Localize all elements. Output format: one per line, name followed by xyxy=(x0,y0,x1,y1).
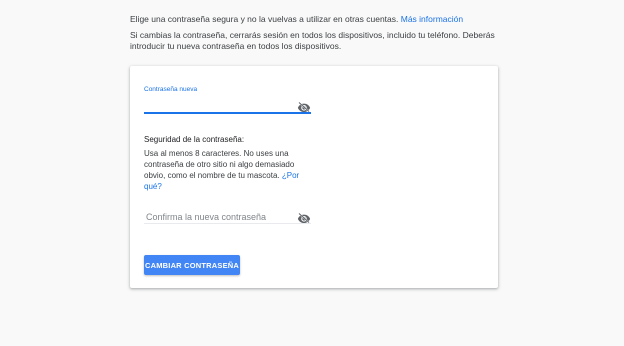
new-password-underline xyxy=(144,112,311,114)
password-strength-info: Seguridad de la contraseña: Usa al menos… xyxy=(144,134,314,192)
intro-paragraph-2: Si cambias la contraseña, cerrarás sesió… xyxy=(130,30,495,51)
change-password-card: Contraseña nueva Seguridad de la contras… xyxy=(130,66,498,288)
eye-off-icon[interactable] xyxy=(297,210,311,224)
change-password-button[interactable]: CAMBIAR CONTRASEÑA xyxy=(144,255,240,275)
more-info-link[interactable]: Más información xyxy=(401,14,463,24)
intro-text: Elige una contraseña segura y no la vuel… xyxy=(130,14,510,57)
new-password-field: Contraseña nueva xyxy=(144,86,311,114)
intro-line-1: Elige una contraseña segura y no la vuel… xyxy=(130,14,401,24)
confirm-password-underline xyxy=(144,223,311,224)
new-password-label: Contraseña nueva xyxy=(144,86,198,93)
new-password-input[interactable] xyxy=(144,94,298,114)
intro-paragraph-1: Elige una contraseña segura y no la vuel… xyxy=(130,14,510,25)
strength-text: Usa al menos 8 caracteres. No uses una c… xyxy=(144,149,295,180)
confirm-password-field xyxy=(144,206,311,225)
strength-description: Usa al menos 8 caracteres. No uses una c… xyxy=(144,148,314,192)
eye-off-icon[interactable] xyxy=(297,99,311,113)
strength-title: Seguridad de la contraseña: xyxy=(144,135,245,144)
